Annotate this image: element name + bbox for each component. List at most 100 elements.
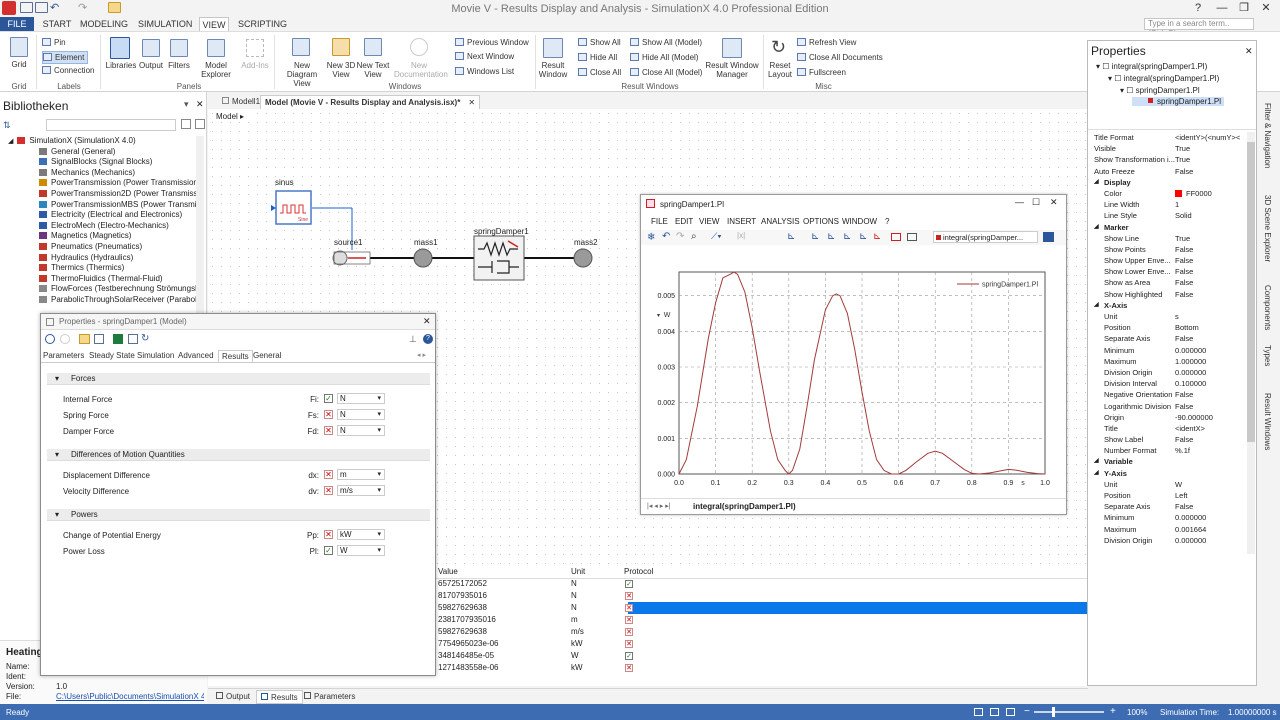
dock-3d-scene-explorer[interactable]: 3D Scene Explorer — [1263, 195, 1272, 262]
element-button[interactable]: Element — [42, 51, 89, 64]
close-all-model-button[interactable]: Close All (Model) — [630, 68, 702, 77]
color-swatch[interactable] — [1175, 189, 1182, 197]
dialog-forward-icon[interactable] — [60, 334, 70, 344]
dialog-excel-icon[interactable] — [113, 334, 123, 344]
output-button[interactable]: Output — [136, 61, 166, 70]
tab-file[interactable]: FILE — [0, 17, 34, 31]
dialog-tab-advanced[interactable]: Advanced — [178, 350, 214, 362]
library-item[interactable]: Thermics (Thermics) — [39, 263, 199, 274]
library-item[interactable]: Pneumatics (Pneumatics) — [39, 242, 199, 253]
plot-menu-item[interactable]: ANALYSIS — [761, 217, 800, 226]
library-item[interactable]: Hydraulics (Hydraulics) — [39, 253, 199, 264]
unit-select[interactable]: N ▾ — [337, 425, 385, 436]
property-row[interactable]: Minimum 0.000000 — [1088, 345, 1246, 356]
property-row[interactable]: Separate Axis False — [1088, 501, 1246, 512]
tab-results[interactable]: Results — [256, 690, 303, 704]
legend-entry[interactable]: springDamper1.Pl — [982, 282, 1038, 289]
library-item[interactable]: ThermoFluidics (Thermal-Fluid) — [39, 274, 199, 285]
property-row[interactable]: Show Line True — [1088, 233, 1246, 244]
y-axis-collapse-icon[interactable]: ▾ — [657, 313, 660, 319]
prop-tree-item-0[interactable]: ▾ ☐ integral(springDamper1.Pl) — [1096, 62, 1207, 71]
result-chart[interactable]: 0.0 0.1 0.2 0.3 0.4 0.5 0.6 0.7 0.8 0.9 1.0 0.000 0.… — [641, 250, 1066, 490]
property-row[interactable]: Show Lower Enve... False — [1088, 266, 1246, 277]
model-explorer-button[interactable]: Model Explorer — [198, 61, 234, 79]
plot-menu-item[interactable]: FILE — [651, 217, 668, 226]
plot-menu-item[interactable]: WINDOW — [842, 217, 877, 226]
dialog-back-icon[interactable] — [45, 334, 55, 344]
property-row[interactable]: Line Style Solid — [1088, 210, 1246, 221]
hide-all-button[interactable]: Hide All — [578, 53, 617, 62]
protocol-checkbox[interactable]: ✕ — [625, 604, 633, 612]
protocol-checkbox[interactable]: ✓ — [324, 546, 333, 555]
plot-tab-nav-icon[interactable]: |◂ ◂ ▸ ▸| — [647, 502, 671, 510]
plot-chart-icon-2[interactable]: ⊾ — [811, 231, 819, 242]
dialog-tab-scroll-icon[interactable]: ◂ ▸ — [417, 351, 426, 359]
plot-list-icon[interactable] — [1043, 232, 1054, 242]
plot-chart-icon-5[interactable]: ⊾ — [859, 231, 867, 242]
unit-select[interactable]: kW ▾ — [337, 529, 385, 540]
minimize-icon[interactable]: — — [1212, 1, 1232, 15]
library-item[interactable]: ParabolicThroughSolarReceiver (Parabol — [39, 295, 199, 306]
protocol-checkbox[interactable]: ✓ — [625, 652, 633, 660]
tab-parameters[interactable]: Parameters — [300, 690, 359, 704]
dialog-help-icon[interactable]: ? — [423, 334, 433, 344]
property-row[interactable]: Logarithmic Division False — [1088, 401, 1246, 412]
dialog-title-bar[interactable]: Properties - springDamper1 (Model) ✕ — [41, 314, 435, 330]
property-row[interactable]: Separate Axis False — [1088, 333, 1246, 344]
grid-button[interactable]: Grid — [4, 60, 34, 69]
info-file-link[interactable]: C:\Users\Public\Documents\SimulationX 4.… — [56, 692, 204, 701]
protocol-checkbox[interactable]: ✕ — [625, 616, 633, 624]
property-row[interactable]: Color FF0000 — [1088, 188, 1246, 199]
refresh-view-button[interactable]: Refresh View — [797, 38, 856, 47]
library-item[interactable]: Mechanics (Mechanics) — [39, 168, 199, 179]
library-filter-icon[interactable] — [181, 119, 191, 129]
plot-split-icon[interactable] — [907, 233, 917, 241]
zoom-slider-thumb[interactable] — [1052, 707, 1055, 717]
tab-modell1[interactable]: Modell1 — [218, 95, 264, 109]
property-category[interactable]: ◢ Variable — [1088, 456, 1246, 467]
panel-close-icon[interactable]: ✕ — [196, 99, 204, 110]
plot-close-icon[interactable]: ✕ — [1050, 197, 1058, 208]
library-item[interactable]: General (General) — [39, 147, 199, 158]
fullscreen-button[interactable]: Fullscreen — [797, 68, 846, 77]
new-text-view-button[interactable]: New Text View — [356, 61, 390, 79]
protocol-checkbox[interactable]: ✕ — [625, 592, 633, 600]
zoom-in-icon[interactable]: + — [1110, 706, 1116, 717]
close-all-documents-button[interactable]: Close All Documents — [797, 53, 883, 62]
property-row[interactable]: Title Format <identY>(<numY>< — [1088, 132, 1246, 143]
col-header-value[interactable]: Value — [438, 566, 458, 578]
layout-icon-1[interactable] — [974, 708, 983, 716]
library-item[interactable]: SignalBlocks (Signal Blocks) — [39, 157, 199, 168]
properties-scrollbar[interactable] — [1247, 132, 1255, 554]
property-category[interactable]: ◢ X-Axis — [1088, 300, 1246, 311]
property-row[interactable]: Show Points False — [1088, 244, 1246, 255]
reset-layout-button[interactable]: Reset Layout — [766, 61, 794, 79]
protocol-checkbox[interactable]: ✕ — [625, 628, 633, 636]
plot-variable-combo[interactable]: integral(springDamper... — [933, 231, 1038, 243]
hide-all-model-button[interactable]: Hide All (Model) — [630, 53, 698, 62]
library-search-input[interactable] — [46, 119, 176, 131]
plot-chart-icon-6[interactable]: ⊾ — [873, 231, 881, 242]
library-item[interactable]: Magnetics (Magnetics) — [39, 231, 199, 242]
prop-tree-item-2[interactable]: ▾ ☐ springDamper1.Pl — [1120, 86, 1200, 95]
mass1-block[interactable] — [413, 248, 433, 268]
property-row[interactable]: Show Highlighted False — [1088, 289, 1246, 300]
plot-chart-icon-1[interactable]: ⊾ — [787, 231, 795, 242]
protocol-checkbox[interactable]: ✕ — [625, 664, 633, 672]
unit-select[interactable]: N ▾ — [337, 409, 385, 420]
plot-layout-icon[interactable] — [891, 233, 901, 241]
tab-simulation[interactable]: SIMULATION — [138, 17, 192, 31]
plot-menu-item[interactable]: INSERT — [727, 217, 756, 226]
help-icon[interactable]: ? — [1188, 1, 1208, 15]
plot-menu-item[interactable]: EDIT — [675, 217, 693, 226]
plot-minimize-icon[interactable]: — — [1015, 197, 1024, 207]
property-row[interactable]: Auto Freeze False — [1088, 166, 1246, 177]
col-header-unit[interactable]: Unit — [571, 566, 585, 578]
result-window-manager-button[interactable]: Result Window Manager — [704, 61, 760, 79]
previous-window-button[interactable]: Previous Window — [455, 38, 529, 47]
tab-view[interactable]: VIEW — [199, 17, 229, 31]
property-category[interactable]: ◢ Display — [1088, 177, 1246, 188]
connection-button[interactable]: Connection — [42, 66, 94, 75]
plot-tab[interactable]: integral(springDamper1.Pl) — [693, 502, 796, 511]
show-all-button[interactable]: Show All — [578, 38, 621, 47]
